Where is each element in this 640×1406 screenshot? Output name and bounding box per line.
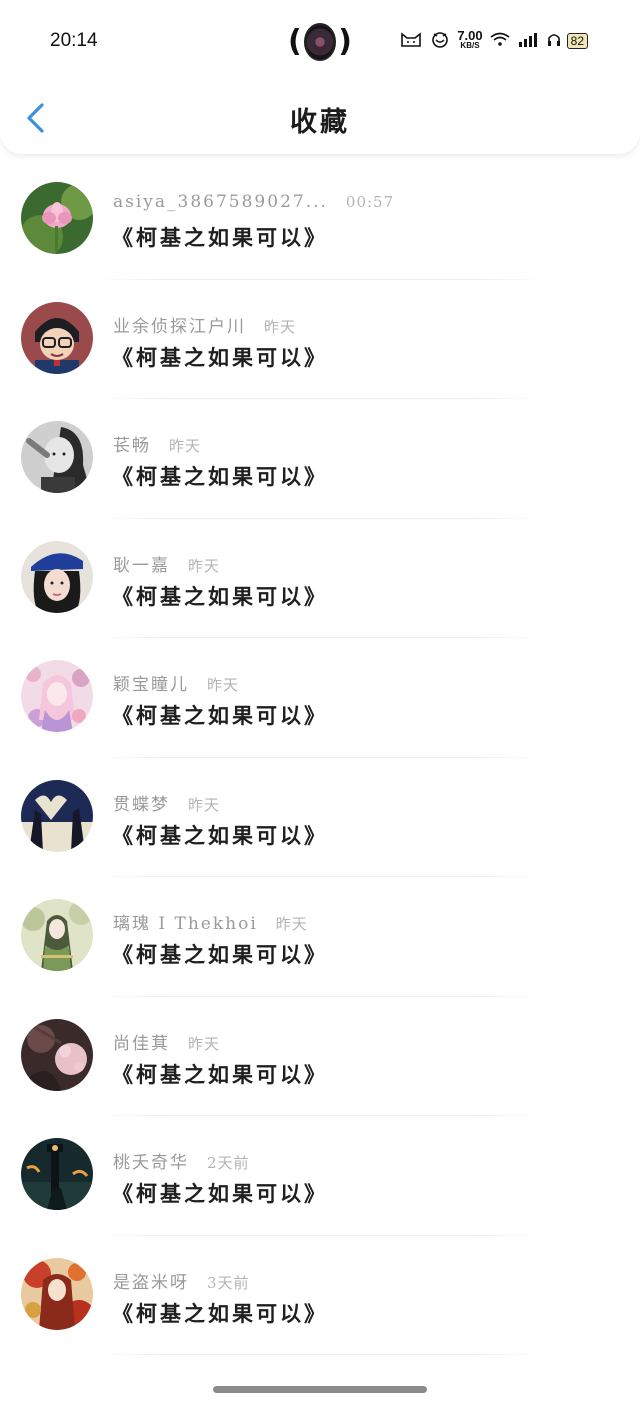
user-name[interactable]: 耿一嘉	[113, 556, 170, 576]
user-name[interactable]: 业余侦探江户川	[113, 317, 246, 337]
item-title[interactable]: 《柯基之如果可以》	[112, 581, 328, 611]
status-bar: 20:14 ( ) 7.00 KB/S 82	[0, 0, 640, 80]
list-item[interactable]: 颖宝瞳儿 昨天 《柯基之如果可以》	[0, 638, 640, 758]
user-name[interactable]: 璃瑰 I Thekhoi	[113, 914, 258, 934]
media-right-paren: )	[338, 24, 352, 59]
avatar[interactable]	[21, 182, 93, 254]
item-time: 00:57	[345, 193, 395, 211]
page-title: 收藏	[290, 107, 350, 138]
network-speed-unit: KB/S	[460, 41, 480, 50]
list-item[interactable]: 尚佳萁 昨天 《柯基之如果可以》	[0, 997, 640, 1116]
item-meta: 耿一嘉 昨天	[113, 551, 220, 576]
avatar[interactable]	[21, 1138, 93, 1210]
item-time: 昨天	[188, 556, 221, 575]
face-icon	[429, 30, 451, 52]
cat-icon	[399, 30, 423, 52]
item-meta: asiya_3867589027... 00:57	[113, 192, 394, 212]
network-speed: 7.00 KB/S	[457, 28, 483, 51]
item-meta: 颖宝瞳儿 昨天	[113, 670, 239, 695]
navigation-bar: 收藏	[0, 80, 640, 154]
item-meta: 是盗米呀 3天前	[113, 1268, 250, 1293]
avatar[interactable]	[21, 899, 93, 971]
item-meta: 苌畅 昨天	[113, 431, 201, 456]
item-time: 2天前	[207, 1154, 250, 1172]
item-time: 昨天	[264, 317, 297, 336]
item-meta: 桃夭奇华 2天前	[113, 1148, 250, 1173]
item-time: 昨天	[188, 1034, 221, 1053]
signal-icon	[517, 30, 541, 52]
item-time: 3天前	[207, 1273, 250, 1292]
user-name[interactable]: 是盗米呀	[113, 1273, 189, 1293]
media-playing-indicator[interactable]: ( )	[288, 22, 352, 62]
network-speed-value: 7.00	[457, 28, 483, 43]
list-item[interactable]: 是盗米呀 3天前 《柯基之如果可以》	[0, 1236, 640, 1355]
avatar[interactable]	[21, 421, 93, 493]
item-title[interactable]: 《柯基之如果可以》	[112, 820, 328, 850]
favorites-list: asiya_3867589027... 00:57 《柯基之如果可以》 业余侦探江…	[0, 160, 640, 1355]
headset-icon	[547, 30, 561, 52]
user-name[interactable]: 贯蝶梦	[113, 795, 170, 815]
item-meta: 贯蝶梦 昨天	[113, 790, 220, 815]
avatar[interactable]	[21, 1257, 93, 1330]
avatar[interactable]	[21, 660, 93, 732]
item-time: 昨天	[169, 437, 202, 455]
user-name[interactable]: asiya_3867589027...	[113, 192, 328, 212]
media-left-paren: (	[288, 24, 302, 59]
list-item[interactable]: 贯蝶梦 昨天 《柯基之如果可以》	[0, 758, 640, 877]
list-item[interactable]: 耿一嘉 昨天 《柯基之如果可以》	[0, 519, 640, 638]
home-indicator[interactable]	[213, 1386, 427, 1393]
item-title[interactable]: 《柯基之如果可以》	[112, 461, 328, 491]
item-meta: 业余侦探江户川 昨天	[113, 312, 296, 337]
item-title[interactable]: 《柯基之如果可以》	[112, 700, 328, 730]
item-title[interactable]: 《柯基之如果可以》	[112, 222, 328, 252]
user-name[interactable]: 桃夭奇华	[113, 1153, 189, 1173]
divider	[100, 1354, 540, 1355]
list-item[interactable]: 桃夭奇华 2天前 《柯基之如果可以》	[0, 1116, 640, 1236]
album-disc-icon	[303, 23, 337, 61]
status-time: 20:14	[50, 30, 98, 51]
item-time: 昨天	[188, 795, 221, 814]
item-meta: 尚佳萁 昨天	[113, 1029, 220, 1054]
list-item[interactable]: 业余侦探江户川 昨天 《柯基之如果可以》	[0, 280, 640, 399]
battery-indicator: 82	[566, 33, 588, 49]
user-name[interactable]: 颖宝瞳儿	[113, 675, 189, 695]
status-icons: 7.00 KB/S 82	[399, 28, 588, 52]
user-name[interactable]: 苌畅	[113, 436, 151, 456]
list-item[interactable]: asiya_3867589027... 00:57 《柯基之如果可以》	[0, 160, 640, 280]
item-title[interactable]: 《柯基之如果可以》	[112, 1298, 328, 1328]
item-title[interactable]: 《柯基之如果可以》	[112, 1059, 328, 1089]
item-title[interactable]: 《柯基之如果可以》	[112, 1178, 328, 1208]
avatar[interactable]	[21, 779, 93, 852]
user-name[interactable]: 尚佳萁	[113, 1034, 170, 1054]
item-title[interactable]: 《柯基之如果可以》	[112, 939, 328, 969]
wifi-icon	[489, 30, 511, 52]
avatar[interactable]	[21, 301, 93, 374]
avatar[interactable]	[21, 1018, 93, 1091]
item-title[interactable]: 《柯基之如果可以》	[112, 342, 328, 372]
item-meta: 璃瑰 I Thekhoi 昨天	[113, 909, 308, 934]
item-time: 昨天	[207, 676, 240, 694]
avatar[interactable]	[21, 540, 93, 613]
list-item[interactable]: 苌畅 昨天 《柯基之如果可以》	[0, 399, 640, 519]
item-time: 昨天	[275, 915, 308, 933]
list-item[interactable]: 璃瑰 I Thekhoi 昨天 《柯基之如果可以》	[0, 877, 640, 997]
